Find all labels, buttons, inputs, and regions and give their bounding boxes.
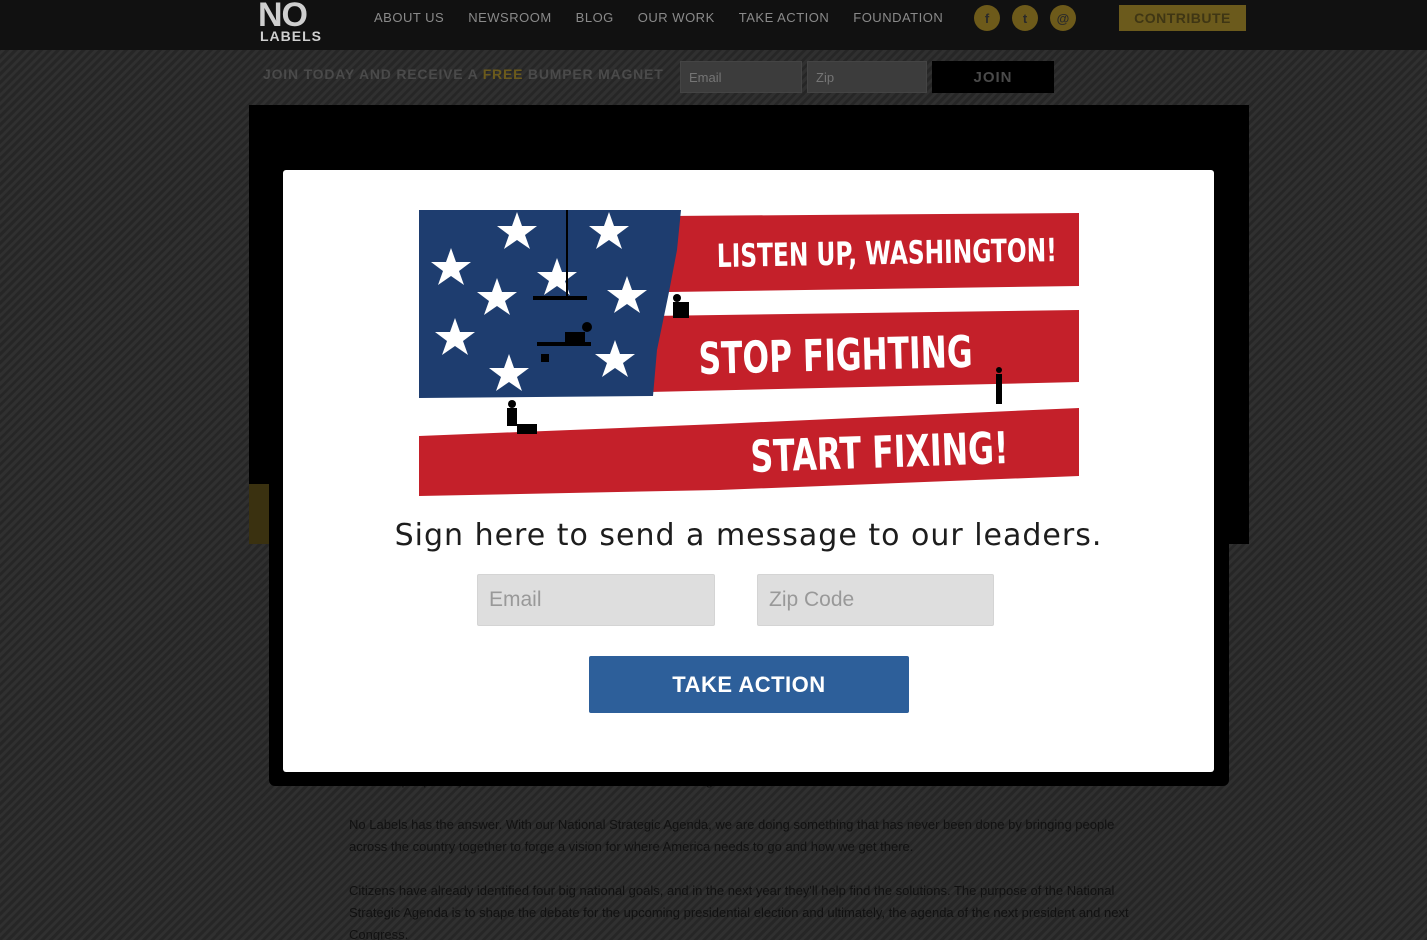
article-body: We hear people say all the time that the… xyxy=(349,770,1139,940)
nav-link-newsroom[interactable]: NEWSROOM xyxy=(468,10,551,25)
logo-text-bottom: LABELS xyxy=(260,28,322,44)
modal-zip-input[interactable] xyxy=(757,574,994,626)
email-icon[interactable]: @ xyxy=(1050,5,1076,31)
facebook-icon[interactable]: f xyxy=(974,5,1000,31)
join-promo-text: JOIN TODAY AND RECEIVE A FREE BUMPER MAG… xyxy=(263,66,664,82)
join-promo-highlight: FREE xyxy=(482,66,524,82)
article-paragraph: No Labels has the answer. With our Natio… xyxy=(349,817,1115,854)
main-nav-links: ABOUT US NEWSROOM BLOG OUR WORK TAKE ACT… xyxy=(374,10,967,25)
nav-link-blog[interactable]: BLOG xyxy=(576,10,614,25)
twitter-icon[interactable]: t xyxy=(1012,5,1038,31)
stop-fighting-banner: LISTEN UP, WASHINGTON! STOP FIGHTING STA… xyxy=(419,210,1079,496)
join-promo-before: JOIN TODAY AND RECEIVE A xyxy=(263,66,483,82)
join-button[interactable]: JOIN xyxy=(932,61,1054,93)
contribute-button[interactable]: CONTRIBUTE xyxy=(1119,5,1246,31)
nav-link-our-work[interactable]: OUR WORK xyxy=(638,10,715,25)
banner-line-3: START FIXING! xyxy=(750,423,1010,483)
join-zip-input[interactable] xyxy=(807,61,927,93)
banner-line-1: LISTEN UP, WASHINGTON! xyxy=(716,231,1057,275)
article-paragraph: Citizens have already identified four bi… xyxy=(349,883,1129,940)
top-navigation: NO LABELS ABOUT US NEWSROOM BLOG OUR WOR… xyxy=(0,0,1427,50)
join-promo-after: BUMPER MAGNET xyxy=(523,66,664,82)
modal-headline: Sign here to send a message to our leade… xyxy=(394,518,1103,553)
nav-link-foundation[interactable]: FOUNDATION xyxy=(853,10,943,25)
no-labels-logo[interactable]: NO LABELS xyxy=(258,0,332,46)
take-action-button[interactable]: TAKE ACTION xyxy=(589,656,909,713)
modal-email-input[interactable] xyxy=(477,574,715,626)
social-links: f t @ xyxy=(974,5,1076,31)
nav-link-take-action[interactable]: TAKE ACTION xyxy=(739,10,830,25)
banner-line-2: STOP FIGHTING xyxy=(698,327,973,385)
signup-modal: LISTEN UP, WASHINGTON! STOP FIGHTING STA… xyxy=(283,170,1214,772)
nav-link-about-us[interactable]: ABOUT US xyxy=(374,10,444,25)
join-email-input[interactable] xyxy=(680,61,802,93)
